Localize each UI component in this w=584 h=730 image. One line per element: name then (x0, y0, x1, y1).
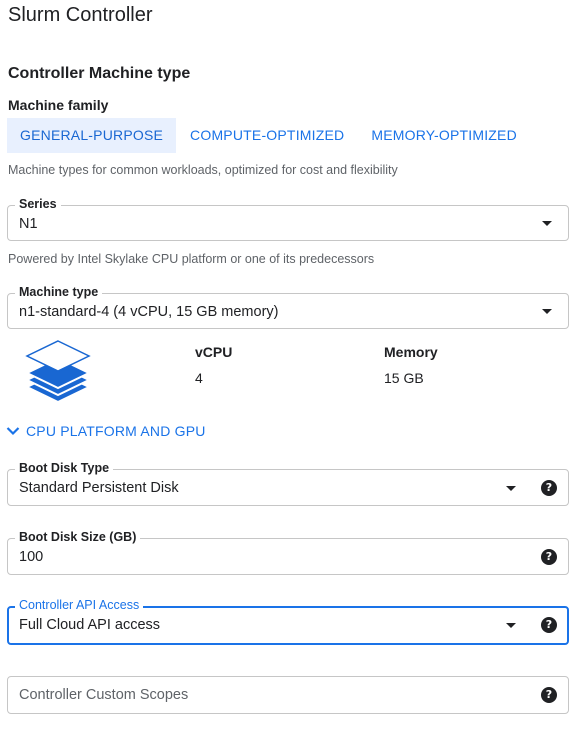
boot-disk-size-value[interactable]: 100 (19, 548, 43, 566)
vcpu-label: vCPU (195, 344, 233, 360)
machine-family-tabs: GENERAL-PURPOSE COMPUTE-OPTIMIZED MEMORY… (7, 118, 530, 153)
api-access-value: Full Cloud API access (19, 617, 161, 633)
caret-down-icon[interactable] (542, 309, 552, 314)
help-circle-icon[interactable]: ? (541, 687, 557, 703)
custom-scopes-input[interactable]: Controller Custom Scopes ? (7, 676, 569, 714)
boot-disk-type-value: Standard Persistent Disk (19, 480, 179, 496)
memory-label: Memory (384, 344, 438, 360)
series-value: N1 (19, 216, 38, 232)
boot-disk-size-label: Boot Disk Size (GB) (15, 530, 141, 544)
layers-stack-icon (24, 338, 92, 413)
cpu-platform-gpu-label: CPU PLATFORM AND GPU (26, 423, 206, 439)
boot-disk-type-label: Boot Disk Type (15, 461, 114, 475)
page-title: Slurm Controller (8, 4, 153, 26)
machine-type-select[interactable]: Machine type n1-standard-4 (4 vCPU, 15 G… (7, 285, 569, 329)
boot-disk-size-input[interactable]: Boot Disk Size (GB) 100 ? (7, 530, 569, 575)
boot-disk-type-select[interactable]: Boot Disk Type Standard Persistent Disk … (7, 461, 569, 506)
tab-memory-optimized[interactable]: MEMORY-OPTIMIZED (358, 118, 530, 153)
series-select[interactable]: Series N1 (7, 197, 569, 241)
caret-down-icon[interactable] (542, 221, 552, 226)
series-label: Series (15, 197, 61, 211)
memory-value: 15 GB (384, 370, 424, 386)
machine-family-help-text: Machine types for common workloads, opti… (8, 163, 398, 177)
machine-type-value: n1-standard-4 (4 vCPU, 15 GB memory) (19, 304, 279, 320)
help-circle-icon[interactable]: ? (541, 549, 557, 565)
caret-down-icon[interactable] (506, 623, 516, 628)
vcpu-value: 4 (195, 370, 203, 386)
chevron-down-icon (6, 427, 20, 436)
api-access-label: Controller API Access (15, 598, 144, 612)
machine-type-section-title: Controller Machine type (8, 65, 191, 82)
help-circle-icon[interactable]: ? (541, 617, 557, 633)
custom-scopes-placeholder[interactable]: Controller Custom Scopes (19, 686, 188, 704)
api-access-select[interactable]: Controller API Access Full Cloud API acc… (7, 598, 569, 645)
series-help-text: Powered by Intel Skylake CPU platform or… (8, 252, 375, 266)
cpu-platform-gpu-expander[interactable]: CPU PLATFORM AND GPU (6, 423, 206, 439)
tab-general-purpose[interactable]: GENERAL-PURPOSE (7, 118, 177, 153)
machine-family-label: Machine family (8, 97, 109, 113)
machine-type-label: Machine type (15, 285, 103, 299)
caret-down-icon[interactable] (506, 486, 516, 491)
help-circle-icon[interactable]: ? (541, 480, 557, 496)
tab-compute-optimized[interactable]: COMPUTE-OPTIMIZED (177, 118, 357, 153)
